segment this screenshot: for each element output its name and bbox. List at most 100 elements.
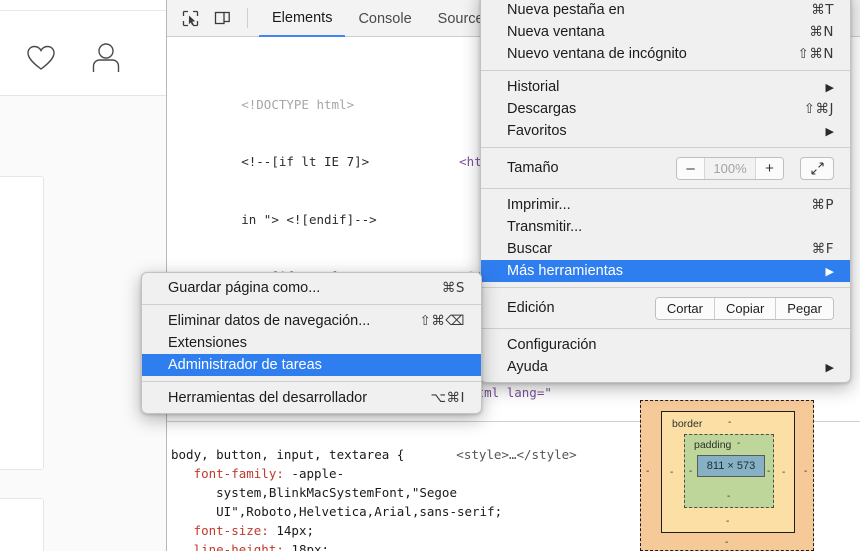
css-property-name[interactable]: line-height: bbox=[194, 542, 284, 551]
device-toolbar-icon[interactable] bbox=[210, 6, 235, 30]
menu-item-history[interactable]: Historial ▶ bbox=[481, 76, 850, 98]
menu-item-save-page-as[interactable]: Guardar página como... ⌘S bbox=[142, 277, 481, 299]
zoom-out-button[interactable]: – bbox=[677, 158, 704, 179]
menu-item-label: Administrador de tareas bbox=[168, 357, 322, 373]
menu-item-extensions[interactable]: Extensiones bbox=[142, 332, 481, 354]
menu-item-label: Ayuda bbox=[507, 359, 548, 375]
more-tools-submenu[interactable]: Guardar página como... ⌘S Eliminar datos… bbox=[141, 272, 482, 414]
menu-item-new-tab[interactable]: Nueva pestaña en ⌘T bbox=[481, 0, 850, 21]
menu-item-print[interactable]: Imprimir... ⌘P bbox=[481, 194, 850, 216]
css-property-value[interactable]: 14px; bbox=[276, 523, 314, 538]
border-dash-top: - bbox=[728, 417, 731, 428]
menu-item-cast[interactable]: Transmitir... bbox=[481, 216, 850, 238]
padding-dash-right: - bbox=[767, 466, 770, 477]
border-label: border bbox=[672, 418, 702, 430]
css-property-value-cont[interactable]: system,BlinkMacSystemFont,"Segoe bbox=[216, 485, 457, 500]
menu-item-new-window[interactable]: Nueva ventana ⌘N bbox=[481, 21, 850, 43]
submenu-arrow-icon: ▶ bbox=[826, 361, 834, 374]
css-property-name[interactable]: font-size: bbox=[194, 523, 269, 538]
zoom-level-value: 100% bbox=[704, 158, 756, 179]
person-icon[interactable] bbox=[90, 42, 122, 72]
margin-dash-bottom: - bbox=[725, 537, 728, 548]
menu-item-label: Guardar página como... bbox=[168, 280, 320, 296]
zoom-in-button[interactable]: + bbox=[756, 158, 783, 179]
chrome-main-menu[interactable]: Nueva pestaña en ⌘T Nueva ventana ⌘N Nue… bbox=[480, 0, 851, 383]
menu-item-find[interactable]: Buscar ⌘F bbox=[481, 238, 850, 260]
border-dash-right: - bbox=[782, 467, 785, 478]
devtools-toolbar-icons bbox=[178, 6, 253, 30]
menu-item-accel: ⌘N bbox=[809, 24, 834, 40]
menu-item-developer-tools[interactable]: Herramientas del desarrollador ⌥⌘I bbox=[142, 387, 481, 409]
menu-item-accel: ⌘T bbox=[811, 2, 834, 18]
css-property-value[interactable]: -apple- bbox=[291, 466, 344, 481]
inspect-element-icon[interactable] bbox=[178, 6, 203, 30]
box-model-margin: - - - border - - - - padding - - - - 811… bbox=[640, 400, 814, 551]
submenu-arrow-icon: ▶ bbox=[826, 265, 834, 278]
doctype-token: <!DOCTYPE html> bbox=[241, 97, 354, 112]
devtools-tabs: Elements Console Source bbox=[259, 0, 497, 37]
padding-dash-top: - bbox=[737, 438, 740, 449]
menu-item-accel: ⌘S bbox=[442, 280, 465, 296]
menu-item-accel: ⌘P bbox=[811, 197, 834, 213]
submenu-arrow-icon: ▶ bbox=[826, 81, 834, 94]
fullscreen-button[interactable] bbox=[800, 157, 834, 180]
css-property-value[interactable]: 18px; bbox=[291, 542, 329, 551]
fullscreen-icon bbox=[810, 161, 825, 176]
menu-divider bbox=[481, 188, 850, 189]
menu-item-label: Configuración bbox=[507, 337, 596, 353]
menu-item-accel: ⌘F bbox=[812, 241, 834, 257]
menu-item-label: Eliminar datos de navegación... bbox=[168, 313, 370, 329]
menu-item-settings[interactable]: Configuración bbox=[481, 334, 850, 356]
css-origin[interactable]: <style>…</style> bbox=[456, 447, 576, 462]
menu-divider bbox=[481, 328, 850, 329]
menu-item-label: Nuevo ventana de incógnito bbox=[507, 46, 687, 62]
webpage-card bbox=[0, 176, 44, 470]
conditional-comment-cont: in "> <![endif]--> bbox=[241, 212, 376, 227]
css-selector[interactable]: body, button, input, textarea { bbox=[171, 447, 404, 462]
menu-item-label: Nueva pestaña en bbox=[507, 2, 625, 18]
menu-item-label: Imprimir... bbox=[507, 197, 571, 213]
heart-icon[interactable] bbox=[26, 44, 56, 72]
padding-label: padding bbox=[694, 439, 731, 451]
submenu-arrow-icon: ▶ bbox=[826, 125, 834, 138]
zoom-row-label: Tamaño bbox=[507, 160, 559, 176]
menu-divider bbox=[142, 381, 481, 382]
menu-item-accel: ⌥⌘I bbox=[430, 390, 465, 406]
edit-buttons-group[interactable]: Cortar Copiar Pegar bbox=[655, 297, 834, 320]
menu-item-downloads[interactable]: Descargas ⇧⌘J bbox=[481, 98, 850, 120]
conditional-comment: <!--[if lt IE 7]> bbox=[241, 154, 369, 169]
tab-elements[interactable]: Elements bbox=[259, 0, 345, 37]
menu-divider bbox=[481, 70, 850, 71]
box-model-border: border - - - - padding - - - - 811 × 573 bbox=[661, 411, 795, 533]
menu-item-help[interactable]: Ayuda ▶ bbox=[481, 356, 850, 378]
zoom-controls[interactable]: – 100% + bbox=[676, 157, 784, 180]
menu-divider bbox=[481, 287, 850, 288]
menu-item-label: Extensiones bbox=[168, 335, 247, 351]
tab-console[interactable]: Console bbox=[345, 0, 424, 37]
menu-item-clear-browsing-data[interactable]: Eliminar datos de navegación... ⇧⌘⌫ bbox=[142, 310, 481, 332]
menu-item-label: Buscar bbox=[507, 241, 552, 257]
menu-item-new-incognito-window[interactable]: Nuevo ventana de incógnito ⇧⌘N bbox=[481, 43, 850, 65]
cut-button[interactable]: Cortar bbox=[656, 298, 714, 319]
margin-dash-right: - bbox=[804, 466, 807, 477]
topbar-divider bbox=[0, 10, 166, 11]
padding-dash-bottom: - bbox=[727, 491, 730, 502]
box-model-padding: padding - - - - 811 × 573 bbox=[684, 434, 774, 508]
padding-dash-left: - bbox=[689, 466, 692, 477]
copy-button[interactable]: Copiar bbox=[714, 298, 775, 319]
css-property-value-cont[interactable]: UI",Roboto,Helvetica,Arial,sans-serif; bbox=[216, 504, 502, 519]
border-dash-left: - bbox=[670, 467, 673, 478]
menu-item-task-manager[interactable]: Administrador de tareas bbox=[142, 354, 481, 376]
menu-item-accel: ⇧⌘J bbox=[804, 101, 834, 117]
webpage-card bbox=[0, 498, 44, 551]
box-model-content-size: 811 × 573 bbox=[697, 455, 765, 477]
menu-item-bookmarks[interactable]: Favoritos ▶ bbox=[481, 120, 850, 142]
webpage-topbar bbox=[0, 0, 166, 96]
menu-item-label: Transmitir... bbox=[507, 219, 582, 235]
menu-divider bbox=[142, 304, 481, 305]
paste-button[interactable]: Pegar bbox=[775, 298, 833, 319]
menu-item-accel: ⇧⌘⌫ bbox=[420, 313, 465, 329]
menu-item-accel: ⇧⌘N bbox=[798, 46, 834, 62]
menu-item-more-tools[interactable]: Más herramientas ▶ bbox=[481, 260, 850, 282]
css-property-name[interactable]: font-family: bbox=[194, 466, 284, 481]
